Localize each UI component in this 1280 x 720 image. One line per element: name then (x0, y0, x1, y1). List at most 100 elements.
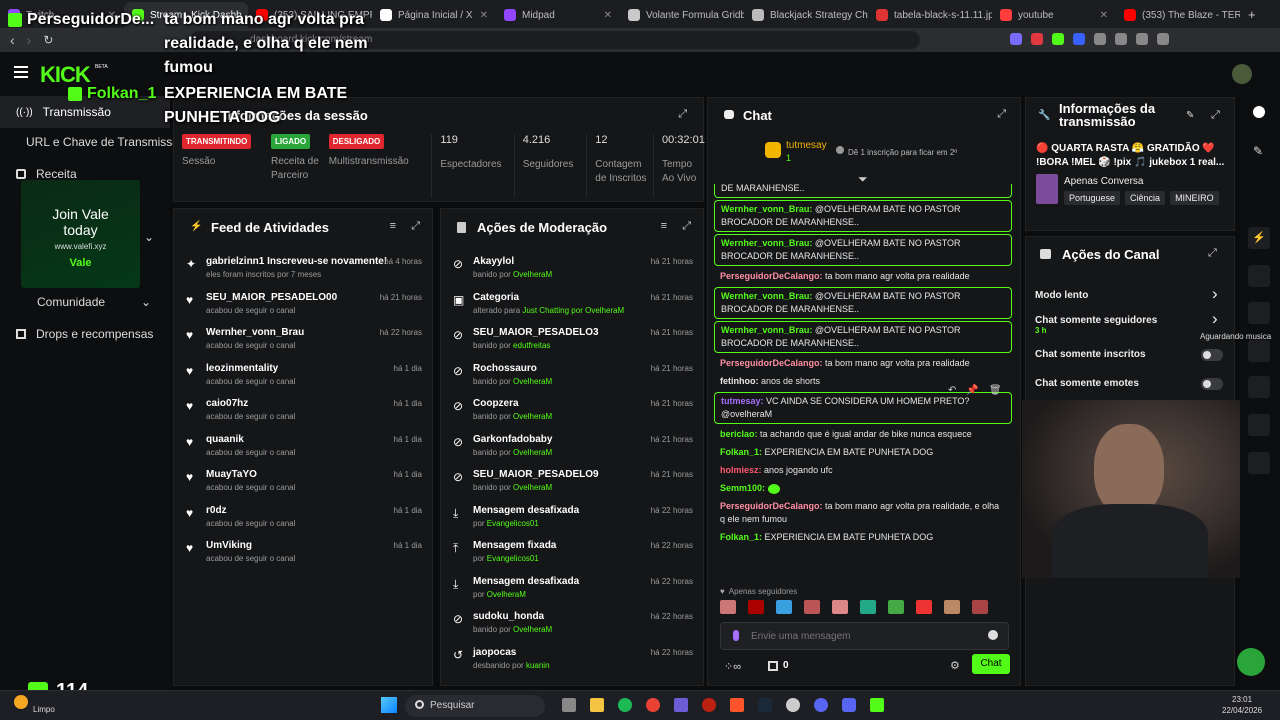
trash-icon[interactable]: 🗑 (989, 385, 1002, 396)
broadcast-icon[interactable] (1248, 340, 1270, 362)
chat-message[interactable]: Wernher_vonn_Brau: @OVELHERAM BATE NO PA… (714, 321, 1012, 353)
chat-username[interactable]: PerseguidorDeCalango: (720, 501, 823, 511)
feed-item[interactable]: ♥ UmViking acabou de seguir o canal há 1 di… (174, 536, 432, 572)
expand-icon[interactable]: ⤢ (1208, 247, 1217, 260)
expand-icon[interactable]: ⤢ (997, 108, 1006, 121)
channel-action-row[interactable]: Chat somente inscritos (1035, 349, 1146, 360)
pencil-icon[interactable]: ✎ (1253, 144, 1271, 162)
chat-username[interactable]: Semm100: (720, 483, 765, 493)
weather-icon[interactable] (14, 695, 28, 709)
feed-item[interactable]: ♥ MuayTaYO acabou de seguir o canal há 1 di… (174, 465, 432, 501)
feed-item[interactable]: ✦ gabrielzinn1 Inscreveu-se novamente! ele… (174, 252, 432, 288)
moderation-item[interactable]: ⊘ Rochossauro banido por OvelheraM há 21 ho… (441, 359, 703, 395)
extension-icon[interactable] (1136, 33, 1148, 45)
moderation-item[interactable]: ⤓ Mensagem desafixada por OvelheraM há 22 h… (441, 572, 703, 608)
user-avatar[interactable] (1232, 64, 1252, 84)
feed-item[interactable]: ♥ SEU_MAIOR_PESADELO00 acabou de seguir o … (174, 288, 432, 324)
extension-icon[interactable] (1010, 33, 1022, 45)
taskbar-app-icon[interactable] (842, 698, 856, 712)
gear-icon[interactable]: ⚙ (950, 659, 960, 672)
chat-message[interactable]: Folkan_1: EXPERIENCIA EM BATE PUNHETA DO… (714, 444, 1012, 461)
chat-message[interactable]: PerseguidorDeCalango: ta bom mano agr vo… (714, 498, 1012, 528)
toggle-switch[interactable] (1201, 349, 1223, 361)
emote-icon[interactable] (720, 600, 736, 614)
expand-icon[interactable]: ⤢ (678, 108, 687, 121)
feed-item[interactable]: ♥ Wernher_vonn_Brau acabou de seguir o can… (174, 323, 432, 359)
extension-icon[interactable] (1094, 33, 1106, 45)
sidebar-item-url-chave[interactable]: URL e Chave de Transmissão (10, 126, 180, 158)
back-icon[interactable]: ‹ (10, 32, 15, 48)
microphone-icon[interactable] (733, 630, 739, 641)
start-icon[interactable] (381, 697, 397, 713)
taskbar-app-icon[interactable] (758, 698, 772, 712)
extension-icon[interactable] (1052, 33, 1064, 45)
chat-message[interactable]: PerseguidorDeCalango: ta bom mano agr vo… (714, 268, 1012, 285)
moderation-item[interactable]: ⤓ Mensagem desafixada por Evangelicos01 há … (441, 501, 703, 537)
close-icon[interactable]: ✕ (1100, 10, 1108, 21)
taskbar-app-icon[interactable] (646, 698, 660, 712)
moderation-item[interactable]: ⊘ SEU_MAIOR_PESADELO3 banido por edutfreit… (441, 323, 703, 359)
sidebar-item-drops[interactable]: Drops e recompensas (0, 318, 170, 350)
browser-tab[interactable]: tabela-black-s-11.11.jpg✕ (868, 2, 992, 28)
toggle-switch[interactable] (1201, 378, 1223, 390)
taskbar-app-icon[interactable] (674, 698, 688, 712)
chat-message-field[interactable] (751, 628, 971, 644)
chat-message[interactable]: bericlao: ta achando que é igual andar d… (714, 426, 1012, 443)
chat-username[interactable]: Folkan_1: (720, 532, 762, 542)
chat-message[interactable]: tutmesay: VC AINDA SE CONSIDERA UM HOMEM… (714, 392, 1012, 424)
chat-username[interactable]: Wernher_vonn_Brau: (721, 291, 812, 301)
filter-icon[interactable]: ≡ (390, 220, 396, 232)
chat-bubble-icon[interactable] (1248, 302, 1270, 324)
chat-username[interactable]: holmiesz: (720, 465, 762, 475)
chat-message[interactable]: holmiesz: anos jogando ufc (714, 462, 1012, 479)
sidebar-item-comunidade[interactable]: Comunidade ⌄ (21, 286, 191, 318)
emote-icon[interactable] (832, 600, 848, 614)
chat-message[interactable]: PerseguidorDeCalango: ta bom mano agr vo… (714, 355, 1012, 372)
apps-icon[interactable] (1248, 452, 1270, 474)
pin-icon[interactable]: 📌 (966, 385, 978, 396)
extension-icon[interactable] (1115, 33, 1127, 45)
browser-tab[interactable]: Midpad ✕ (496, 2, 620, 28)
chat-message[interactable]: Folkan_1: EXPERIENCIA EM BATE PUNHETA DO… (714, 529, 1012, 546)
feed-item[interactable]: ♥ r0dz acabou de seguir o canal há 1 dia (174, 501, 432, 537)
moderation-item[interactable]: ⊘ Coopzera banido por OvelheraM há 21 horas (441, 394, 703, 430)
moderation-item[interactable]: ⊘ sudoku_honda banido por OvelheraM há 22 h… (441, 607, 703, 643)
extension-icon[interactable] (1031, 33, 1043, 45)
headset-icon[interactable] (1237, 648, 1265, 676)
forward-icon[interactable]: › (27, 32, 32, 48)
taskbar-app-icon[interactable] (870, 698, 884, 712)
browser-tab[interactable]: Volante Formula Gridbur✕ (620, 2, 744, 28)
taskbar-app-icon[interactable] (590, 698, 604, 712)
reload-icon[interactable]: ↻ (43, 33, 53, 47)
chat-message[interactable]: Wernher_vonn_Brau: @OVELHERAM BATE NO PA… (714, 234, 1012, 266)
feed-item[interactable]: ♥ caio07hz acabou de seguir o canal há 1 di… (174, 394, 432, 430)
browser-tab[interactable]: youtube ✕ (992, 2, 1116, 28)
send-chat-button[interactable]: Chat (972, 654, 1010, 674)
stream-tag[interactable]: Portuguese (1064, 191, 1121, 205)
clipboard-icon[interactable] (1248, 265, 1270, 287)
taskbar-search[interactable]: Pesquisar (405, 695, 545, 717)
taskbar-app-icon[interactable] (814, 698, 828, 712)
infinity-icon[interactable]: ⁘∞ (724, 660, 741, 673)
emote-icon[interactable] (944, 600, 960, 614)
expand-icon[interactable]: ⤢ (1211, 109, 1220, 122)
wrench-icon[interactable] (1248, 414, 1270, 436)
info-icon[interactable] (1253, 106, 1265, 118)
emote-icon[interactable] (888, 600, 904, 614)
chat-username[interactable]: Wernher_vonn_Brau: (721, 204, 812, 214)
chat-message[interactable]: Wernher_vonn_Brau: @OVELHERAM BATE NO PA… (714, 200, 1012, 232)
chevron-right-icon[interactable]: › (1212, 284, 1218, 304)
server-icon[interactable] (1248, 376, 1270, 398)
taskbar-app-icon[interactable] (702, 698, 716, 712)
moderation-item[interactable]: ⊘ Garkonfadobaby banido por OvelheraM há 21… (441, 430, 703, 466)
emote-icon[interactable] (748, 600, 764, 614)
chat-username[interactable]: fetinhoo: (720, 376, 759, 386)
moderation-item[interactable]: ▣ Categoria alterado para Just Chatting po… (441, 288, 703, 324)
channel-action-row[interactable]: Chat somente emotes (1035, 378, 1139, 389)
moderation-item[interactable]: ⊘ Akayylol banido por OvelheraM há 21 horas (441, 252, 703, 288)
filter-icon[interactable]: ≡ (661, 220, 667, 232)
stream-tag[interactable]: MINEIRO (1170, 191, 1219, 205)
taskbar-app-icon[interactable] (730, 698, 744, 712)
taskbar-app-icon[interactable] (786, 698, 800, 712)
close-icon[interactable]: ✕ (480, 10, 488, 21)
